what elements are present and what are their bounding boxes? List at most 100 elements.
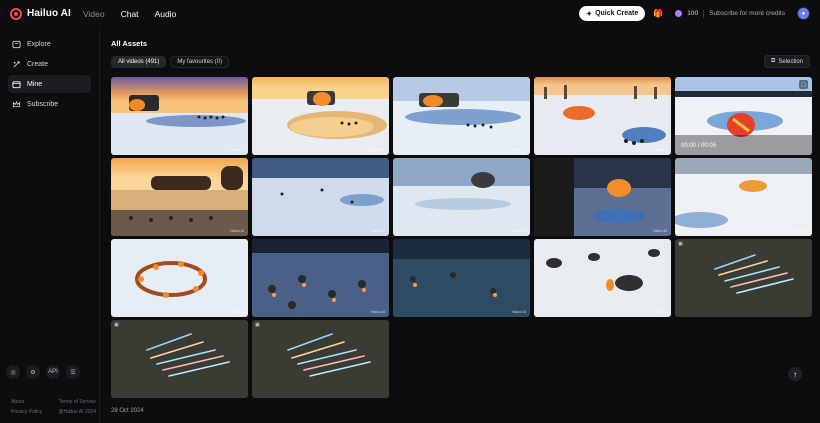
- sidebar-footer-links: About Terms of Service Privacy Policy @H…: [11, 397, 96, 417]
- quick-create-button[interactable]: ✦ Quick Create: [579, 6, 646, 21]
- video-thumbnail[interactable]: Hailuo AI: [111, 239, 248, 317]
- snow-rocks-fire-image: [534, 239, 671, 317]
- gift-icon[interactable]: 🎁: [651, 7, 665, 21]
- menu-icon[interactable]: ☰: [66, 365, 80, 379]
- credits-divider: [703, 9, 705, 18]
- video-thumbnail[interactable]: Hailuo AI: [534, 158, 671, 236]
- video-thumbnail[interactable]: Hailuo AI: [252, 77, 389, 155]
- sidebar-item-label: Create: [27, 60, 49, 68]
- top-right-actions: ✦ Quick Create 🎁 100 Subscribe for more …: [579, 6, 810, 21]
- watermark: Hailuo AI: [229, 148, 244, 152]
- top-nav: Video Chat Audio: [75, 9, 184, 19]
- avatar[interactable]: ●: [797, 7, 810, 20]
- watermark: Hailuo AI: [652, 148, 667, 152]
- film-icon: ▣: [255, 322, 260, 328]
- tab-my-favourites[interactable]: My favourites (0): [170, 56, 230, 68]
- video-thumbnail[interactable]: Hailuo AI: [393, 158, 530, 236]
- brand-name: Hailuo AI: [27, 8, 71, 19]
- video-thumbnail[interactable]: ▣: [675, 239, 812, 317]
- compass-icon: [12, 40, 21, 49]
- discord-icon[interactable]: ◎: [6, 365, 20, 379]
- video-thumbnail[interactable]: Hailuo AI: [252, 158, 389, 236]
- scroll-to-top-button[interactable]: ↑: [788, 367, 802, 381]
- page-title: All Assets: [111, 39, 147, 48]
- sidebar-item-create[interactable]: Create: [8, 55, 91, 73]
- subscribe-credits-link[interactable]: Subscribe for more credits: [709, 10, 785, 17]
- sunset-tent-fire-image: [534, 77, 671, 155]
- api-button[interactable]: API: [46, 365, 60, 379]
- watermark: Hailuo AI: [793, 229, 808, 233]
- selection-button[interactable]: ⧉ Selection: [764, 55, 810, 68]
- select-icon: ⧉: [771, 58, 776, 64]
- video-thumbnail[interactable]: ▣: [111, 320, 248, 398]
- watermark: Hailuo AI: [370, 310, 385, 314]
- snow-fire-pond-image: [675, 158, 812, 236]
- sunset-snow-fire-image: [111, 77, 248, 155]
- brand[interactable]: Hailuo AI: [10, 7, 75, 20]
- sidebar-item-label: Subscribe: [27, 100, 59, 108]
- frozen-field-tree-image: [393, 158, 530, 236]
- video-thumbnail[interactable]: Hailuo AI: [111, 158, 248, 236]
- watermark: Hailuo AI: [229, 229, 244, 233]
- create-icon: [12, 60, 21, 69]
- watermark: Hailuo AI: [511, 229, 526, 233]
- dusk-ice-fires-image: [393, 239, 530, 317]
- video-thumbnail[interactable]: Hailuo AI: [534, 239, 671, 317]
- watermark: Hailuo AI: [511, 310, 526, 314]
- asset-tabs: All videos (491) My favourites (0): [111, 56, 230, 68]
- credit-icon: [675, 10, 683, 17]
- quick-create-label: Quick Create: [595, 10, 639, 17]
- credits-count: 100: [687, 10, 699, 17]
- sidebar-item-mine[interactable]: Mine: [8, 75, 91, 93]
- video-thumbnail[interactable]: Hailuo AI: [111, 77, 248, 155]
- video-thumbnail[interactable]: ▣: [252, 320, 389, 398]
- video-thumbnail-hovered[interactable]: ▢ 00:00 / 00:05: [675, 77, 812, 155]
- sunset-trees-lake-image: [111, 158, 248, 236]
- nav-chat[interactable]: Chat: [113, 9, 147, 19]
- video-thumbnail[interactable]: Hailuo AI: [252, 239, 389, 317]
- credits-pill[interactable]: 100 Subscribe for more credits: [671, 6, 791, 21]
- crown-icon: [12, 100, 21, 109]
- sidebar-item-subscribe[interactable]: Subscribe: [8, 95, 91, 113]
- tab-label: My favourites: [177, 59, 214, 65]
- sidebar-bottom-icons: ◎ ⚙ API ☰: [6, 365, 80, 379]
- video-thumbnail[interactable]: Hailuo AI: [393, 77, 530, 155]
- tab-count: (0): [214, 59, 223, 65]
- bookmark-icon[interactable]: ▢: [799, 80, 808, 89]
- date-group-label: 28 Oct 2024: [111, 408, 144, 414]
- terms-link[interactable]: Terms of Service: [59, 397, 96, 407]
- watermark: Hailuo AI: [229, 310, 244, 314]
- light-streaks-image: [252, 320, 389, 398]
- nav-audio[interactable]: Audio: [147, 9, 185, 19]
- light-streaks-image: [111, 320, 248, 398]
- sidebar-item-label: Explore: [27, 40, 51, 48]
- gear-icon[interactable]: ⚙: [26, 365, 40, 379]
- sidebar-item-explore[interactable]: Explore: [8, 35, 91, 53]
- video-thumbnail[interactable]: Hailuo AI: [675, 158, 812, 236]
- folder-icon: [12, 80, 21, 89]
- watermark: Hailuo AI: [652, 229, 667, 233]
- film-icon: ▣: [114, 322, 119, 328]
- about-link[interactable]: About: [11, 397, 24, 407]
- video-thumbnail[interactable]: Hailuo AI: [534, 77, 671, 155]
- night-fire-ice-hole-image: [534, 158, 671, 236]
- snowy-lake-geese-image: [252, 158, 389, 236]
- main-content: All Assets All videos (491) My favourite…: [100, 27, 820, 423]
- watermark: Hailuo AI: [370, 148, 385, 152]
- tab-count: (491): [145, 59, 160, 65]
- film-icon: ▣: [678, 241, 683, 247]
- tab-all-videos[interactable]: All videos (491): [111, 56, 167, 68]
- tab-label: All videos: [118, 59, 144, 65]
- hailuo-logo-icon: [10, 7, 22, 20]
- watermark: Hailuo AI: [652, 310, 667, 314]
- sunset-ice-fire-image: [252, 77, 389, 155]
- watermark: Hailuo AI: [370, 229, 385, 233]
- video-thumbnail[interactable]: Hailuo AI: [393, 239, 530, 317]
- video-time-display: 00:00 / 00:05: [681, 143, 717, 149]
- sidebar-item-label: Mine: [27, 80, 43, 88]
- top-bar: Hailuo AI Video Chat Audio ✦ Quick Creat…: [0, 0, 820, 27]
- nav-video[interactable]: Video: [75, 9, 113, 19]
- sparkle-icon: ✦: [586, 10, 593, 18]
- privacy-link[interactable]: Privacy Policy: [11, 407, 42, 417]
- winter-lake-fire-image: [393, 77, 530, 155]
